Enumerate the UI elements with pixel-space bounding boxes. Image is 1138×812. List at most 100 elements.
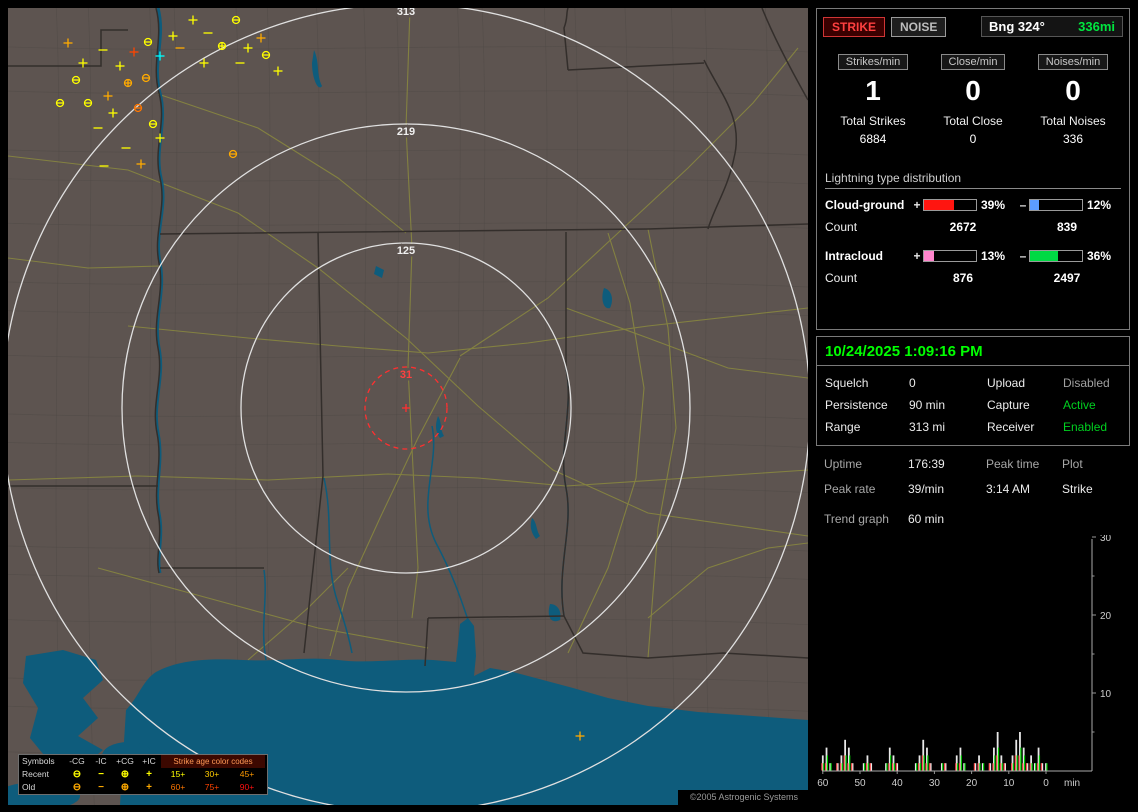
count-label: Count: [825, 271, 911, 285]
strikes-per-min-label: Strikes/min: [838, 54, 908, 70]
capture-value: Active: [1063, 398, 1121, 412]
total-noises-label: Total Noises: [1023, 114, 1123, 128]
svg-text:10: 10: [1003, 778, 1015, 789]
plus-icon: +: [137, 781, 161, 794]
range-ring-label: 31: [400, 369, 412, 381]
plot-value: Strike: [1062, 482, 1122, 496]
range-ring-label: 125: [397, 245, 415, 257]
age-75: 75+: [195, 781, 229, 794]
bearing-value: Bng 324°: [989, 19, 1045, 34]
svg-text:20: 20: [966, 778, 978, 789]
peak-time-value: 3:14 AM: [986, 482, 1062, 496]
svg-text:40: 40: [892, 778, 904, 789]
session-stats: Uptime 176:39 Peak time Plot Peak rate 3…: [816, 457, 1130, 526]
legend-row-recent: Recent: [19, 768, 65, 781]
uptime-label: Uptime: [824, 457, 908, 471]
close-rate-value: 0: [923, 75, 1023, 107]
legend-row-old: Old: [19, 781, 65, 794]
peak-rate-label: Peak rate: [824, 482, 908, 496]
squelch-label: Squelch: [825, 376, 909, 390]
circle-plus-icon: ⊕: [113, 768, 137, 781]
noises-per-min-label: Noises/min: [1038, 54, 1108, 70]
minus-sign: –: [1017, 249, 1029, 263]
noises-rate-value: 0: [1023, 75, 1123, 107]
total-noises-value: 336: [1023, 132, 1123, 146]
cg-positive-gauge: [923, 199, 977, 211]
copyright-text: ©2005 Astrogenic Systems: [678, 790, 808, 805]
legend-age-title: Strike age color codes: [161, 755, 265, 768]
bearing-distance: 336mi: [1078, 19, 1115, 34]
count-label: Count: [825, 220, 911, 234]
strikes-rate-value: 1: [823, 75, 923, 107]
age-45: 45+: [229, 768, 265, 781]
current-timestamp: 10/24/2025 1:09:16 PM: [817, 337, 1129, 366]
legend-symbols-header: Symbols: [19, 755, 65, 768]
ic-negative-pct: 36%: [1083, 249, 1123, 263]
close-per-min-label: Close/min: [941, 54, 1006, 70]
svg-text:30: 30: [929, 778, 941, 789]
age-60: 60+: [161, 781, 195, 794]
total-close-value: 0: [923, 132, 1023, 146]
legend-col-nic: -IC: [89, 755, 113, 768]
trend-graph-label: Trend graph: [824, 512, 908, 526]
ic-positive-pct: 13%: [977, 249, 1017, 263]
persistence-value: 90 min: [909, 398, 987, 412]
trend-graph: 3020106050403020100min: [816, 535, 1128, 803]
minus-icon: −: [89, 781, 113, 794]
ic-negative-count: 2497: [1015, 271, 1119, 285]
squelch-value: 0: [909, 376, 987, 390]
cg-positive-pct: 39%: [977, 198, 1017, 212]
strike-symbol: [219, 43, 226, 50]
age-90: 90+: [229, 781, 265, 794]
total-strikes-value: 6884: [823, 132, 923, 146]
svg-text:20: 20: [1100, 611, 1112, 622]
legend-col-ncg: -CG: [65, 755, 89, 768]
nexstorm-app: { "app": { "copyright": "©2005 Astrogeni…: [0, 0, 1138, 812]
strike-symbol: [125, 80, 132, 87]
plus-icon: +: [137, 768, 161, 781]
uptime-value: 176:39: [908, 457, 986, 471]
map-canvas: 31321912531: [8, 8, 808, 805]
peak-rate-value: 39/min: [908, 482, 986, 496]
svg-text:min: min: [1064, 778, 1080, 789]
status-panel: STRIKE NOISE Bng 324° 336mi Strikes/min …: [816, 8, 1130, 805]
lightning-map[interactable]: 31321912531 Symbols -CG -IC +CG +IC Stri…: [8, 8, 808, 805]
intracloud-label: Intracloud: [825, 249, 911, 263]
noise-mode-button[interactable]: NOISE: [891, 17, 946, 37]
svg-text:0: 0: [1043, 778, 1049, 789]
intracloud-row: Intracloud + 13% – 36%: [825, 248, 1123, 264]
cg-negative-count: 839: [1015, 220, 1119, 234]
circle-plus-icon: ⊕: [113, 781, 137, 794]
ic-positive-count: 876: [911, 271, 1015, 285]
age-15: 15+: [161, 768, 195, 781]
receiver-label: Receiver: [987, 420, 1063, 434]
total-strikes-label: Total Strikes: [823, 114, 923, 128]
range-ring-label: 219: [397, 126, 415, 138]
minus-sign: –: [1017, 198, 1029, 212]
cloud-ground-row: Cloud-ground + 39% – 12%: [825, 197, 1123, 213]
upload-value: Disabled: [1063, 376, 1121, 390]
cloud-ground-label: Cloud-ground: [825, 198, 911, 212]
bearing-display: Bng 324° 336mi: [981, 16, 1123, 37]
intracloud-count-row: Count 876 2497: [825, 271, 1123, 285]
cg-positive-count: 2672: [911, 220, 1015, 234]
strike-mode-button[interactable]: STRIKE: [823, 17, 885, 37]
receiver-status-box: 10/24/2025 1:09:16 PM Squelch 0 Upload D…: [816, 336, 1130, 446]
svg-text:30: 30: [1100, 535, 1112, 544]
total-close-label: Total Close: [923, 114, 1023, 128]
plus-sign: +: [911, 198, 923, 212]
circle-minus-icon: ⊖: [65, 768, 89, 781]
cg-negative-gauge: [1029, 199, 1083, 211]
range-value: 313 mi: [909, 420, 987, 434]
capture-label: Capture: [987, 398, 1063, 412]
svg-text:50: 50: [854, 778, 866, 789]
plus-sign: +: [911, 249, 923, 263]
legend-col-pic: +IC: [137, 755, 161, 768]
legend-col-pcg: +CG: [113, 755, 137, 768]
cg-negative-pct: 12%: [1083, 198, 1123, 212]
plot-label: Plot: [1062, 457, 1122, 471]
ic-positive-gauge: [923, 250, 977, 262]
age-30: 30+: [195, 768, 229, 781]
receiver-value: Enabled: [1063, 420, 1121, 434]
persistence-label: Persistence: [825, 398, 909, 412]
